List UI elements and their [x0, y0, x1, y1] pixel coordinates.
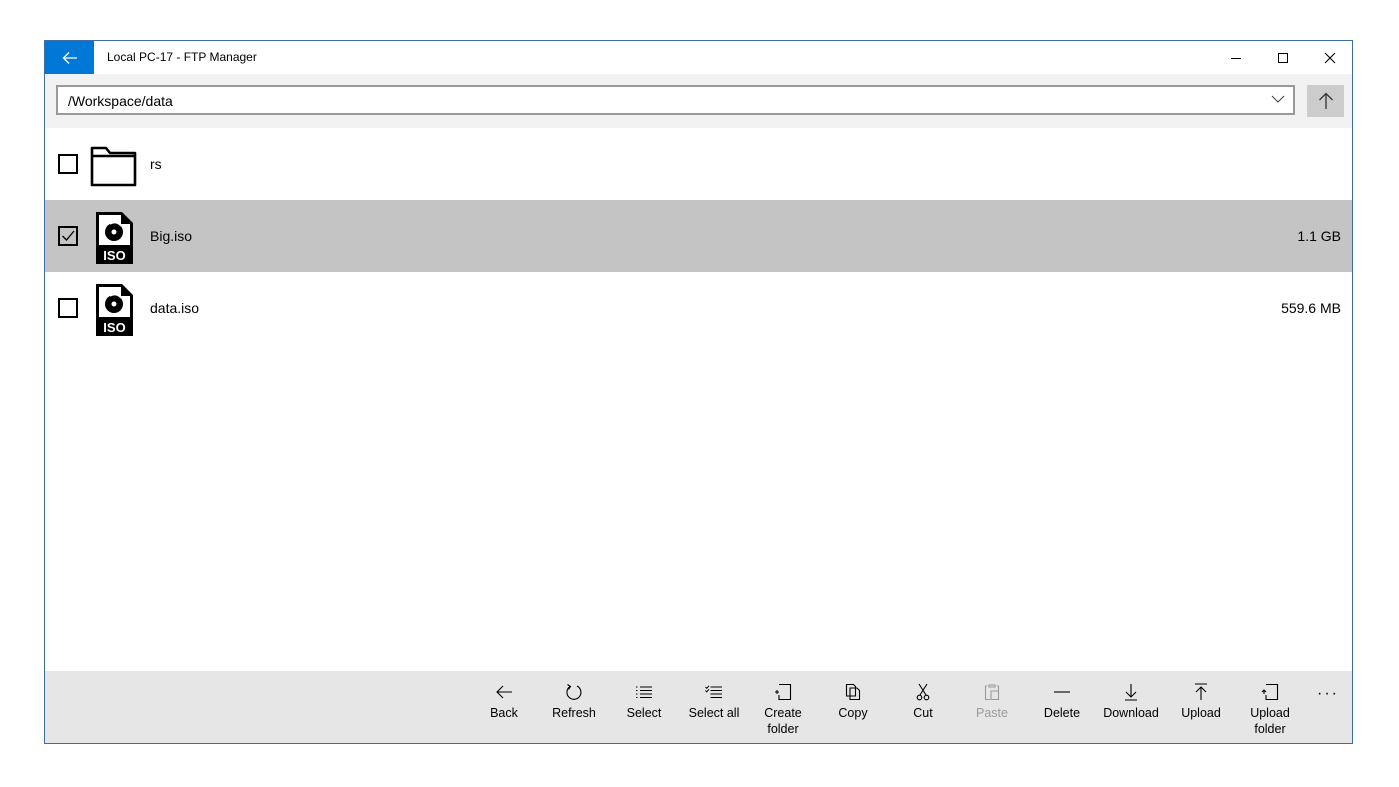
paste-button[interactable]: Paste: [957, 671, 1027, 743]
scissors-icon: [916, 683, 930, 701]
close-icon: [1324, 52, 1336, 63]
up-folder-button[interactable]: [1307, 85, 1344, 117]
iso-file-icon: ISO: [96, 212, 133, 264]
command-bar: Back Refresh Select Select all Create fo…: [45, 671, 1352, 743]
refresh-button[interactable]: Refresh: [539, 671, 609, 743]
list-item[interactable]: ISO Big.iso 1.1 GB: [45, 200, 1352, 272]
download-label: Download: [1103, 706, 1159, 720]
copy-label: Copy: [838, 706, 868, 720]
arrow-left-icon: [496, 685, 512, 699]
cut-label: Cut: [913, 706, 933, 720]
upload-button[interactable]: Upload: [1166, 671, 1236, 743]
create-folder-label: Create folder: [764, 706, 802, 736]
iso-file-icon: ISO: [96, 284, 133, 336]
upload-label: Upload: [1181, 706, 1221, 720]
app-window: Local PC-17 - FTP Manager /Workspace/dat…: [44, 40, 1353, 744]
select-all-button[interactable]: Select all: [679, 671, 749, 743]
list-item[interactable]: ISO data.iso 559.6 MB: [45, 272, 1352, 344]
cut-button[interactable]: Cut: [888, 671, 958, 743]
upload-folder-label: Upload folder: [1250, 706, 1290, 736]
more-icon: ···: [1317, 685, 1339, 702]
select-all-icon: [705, 685, 722, 698]
chevron-down-icon: [1271, 95, 1285, 103]
back-label: Back: [490, 706, 518, 720]
path-value: /Workspace/data: [68, 93, 173, 109]
folder-icon: [90, 146, 137, 187]
paste-icon: [984, 684, 1000, 701]
upload-icon: [1195, 683, 1207, 700]
title-bar: Local PC-17 - FTP Manager: [45, 41, 1352, 74]
list-select-icon: [636, 686, 652, 698]
download-icon: [1125, 684, 1137, 701]
path-combobox[interactable]: /Workspace/data: [56, 85, 1295, 115]
title-back-button[interactable]: [45, 41, 94, 74]
svg-text:ISO: ISO: [103, 320, 125, 335]
upload-folder-icon: [1261, 683, 1279, 701]
row-checkbox[interactable]: [58, 154, 78, 174]
checkmark-icon: [62, 230, 75, 241]
close-button[interactable]: [1307, 41, 1352, 74]
minimize-icon: [1231, 57, 1241, 59]
list-item[interactable]: rs: [45, 128, 1352, 200]
minus-icon: [1054, 691, 1070, 693]
svg-text:ISO: ISO: [103, 248, 125, 263]
select-all-label: Select all: [688, 706, 740, 720]
minimize-button[interactable]: [1213, 41, 1259, 74]
download-button[interactable]: Download: [1096, 671, 1166, 743]
back-button[interactable]: Back: [469, 671, 539, 743]
window-title: Local PC-17 - FTP Manager: [107, 50, 257, 64]
refresh-label: Refresh: [552, 706, 596, 720]
maximize-icon: [1278, 52, 1288, 63]
paste-label: Paste: [976, 706, 1008, 720]
file-name: rs: [150, 156, 162, 172]
more-options-button[interactable]: ···: [1304, 671, 1352, 717]
select-label: Select: [626, 706, 662, 720]
copy-icon: [845, 683, 861, 701]
copy-button[interactable]: Copy: [818, 671, 888, 743]
upload-folder-button[interactable]: Upload folder: [1235, 671, 1305, 743]
delete-button[interactable]: Delete: [1027, 671, 1097, 743]
arrow-up-icon: [1318, 92, 1333, 109]
row-checkbox[interactable]: [58, 298, 78, 318]
file-size: 1.1 GB: [1297, 228, 1341, 244]
new-folder-icon: [775, 683, 792, 701]
row-checkbox[interactable]: [58, 226, 78, 246]
file-size: 559.6 MB: [1281, 300, 1341, 316]
create-folder-button[interactable]: Create folder: [748, 671, 818, 743]
path-bar: /Workspace/data: [45, 74, 1352, 128]
file-name: data.iso: [150, 300, 200, 316]
file-list: rs ISO Big.iso 1.1 GB ISO data.iso 559.6…: [45, 128, 1352, 344]
refresh-icon: [566, 684, 582, 700]
select-button[interactable]: Select: [609, 671, 679, 743]
arrow-left-icon: [62, 51, 77, 64]
maximize-button[interactable]: [1260, 41, 1306, 74]
file-name: Big.iso: [150, 228, 193, 244]
delete-label: Delete: [1043, 706, 1081, 720]
